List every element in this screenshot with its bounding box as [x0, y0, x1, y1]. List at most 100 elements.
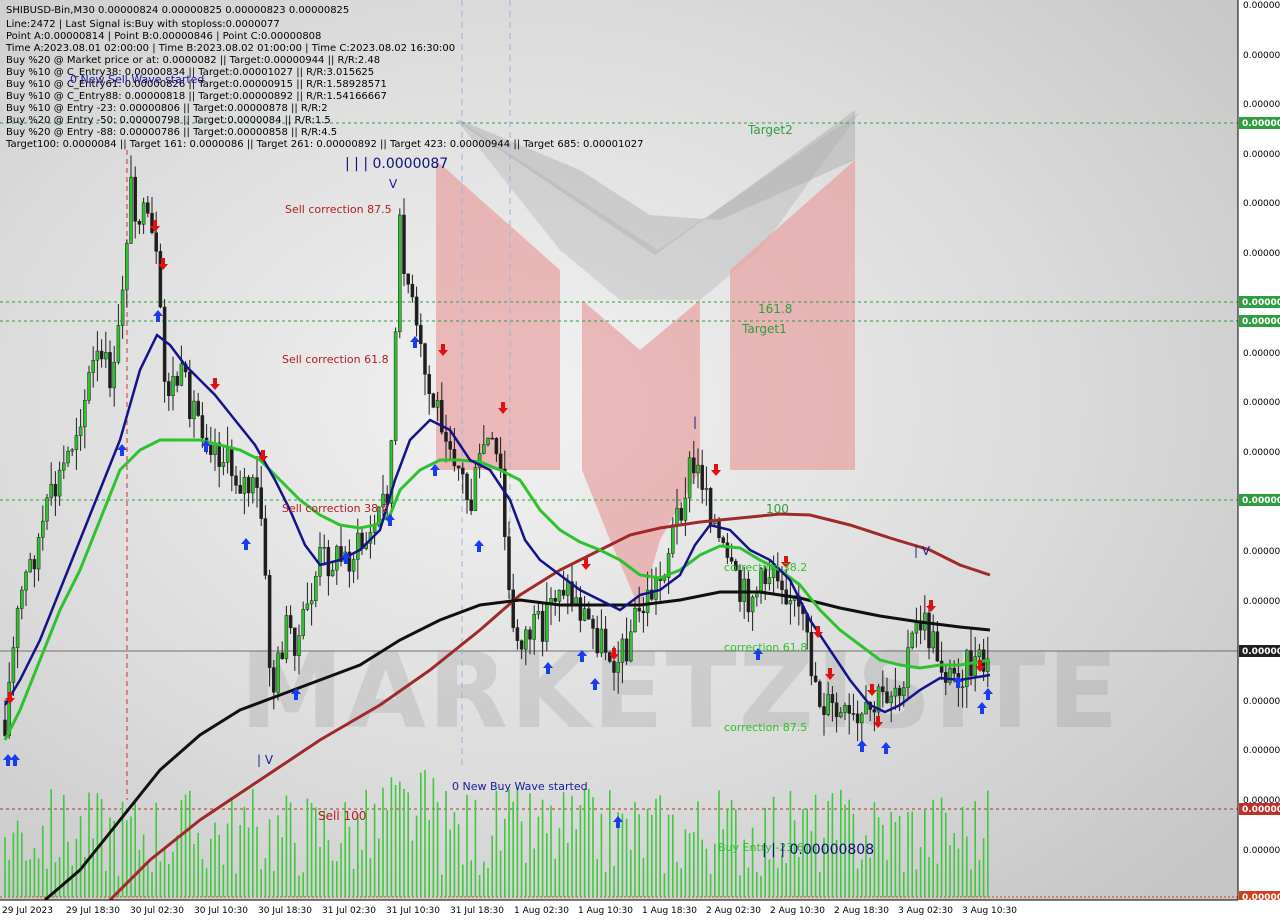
candle-body [692, 457, 696, 474]
candle-body [20, 589, 24, 609]
candle-body [402, 214, 406, 275]
time-tick-label: 1 Aug 18:30 [642, 906, 697, 916]
candle-body [288, 615, 293, 629]
candle-body [654, 577, 658, 600]
price-tick-label: 0.00000 [1243, 51, 1280, 61]
candle-body [36, 537, 41, 570]
new-sell-wave-label: 0 New Sell Wave started [70, 73, 204, 86]
level-100-label: 100 [766, 502, 789, 516]
candle-body [893, 687, 898, 697]
sell-correction-875: Sell correction 87.5 [285, 203, 392, 216]
price-bottom-label: | | | 0.00000808 [762, 842, 874, 858]
candle-body [616, 662, 620, 673]
candle-body [32, 559, 37, 570]
candle-body [599, 628, 604, 654]
candle-body [116, 325, 121, 363]
candle-body [679, 507, 683, 521]
candle-body [750, 596, 755, 613]
candle-body [725, 542, 730, 558]
candle-body [284, 615, 289, 660]
candle-body [717, 521, 721, 538]
price-tick-label: 0.00000 [1243, 1, 1280, 11]
candle-body [246, 476, 251, 494]
wave-mark-top: V [389, 177, 398, 191]
candle-body [612, 661, 616, 673]
candle-body [74, 435, 79, 451]
candle-body [889, 695, 893, 704]
candle-body [591, 618, 595, 629]
candle-body [11, 647, 16, 683]
candle-body [528, 629, 532, 640]
sell-correction-382: Sell correction 38.2 [282, 502, 389, 515]
candle-body [629, 631, 633, 662]
sell-correction-618: Sell correction 61.8 [282, 353, 389, 366]
candle-body [813, 675, 818, 683]
candle-body [965, 650, 969, 687]
candle-body [700, 464, 704, 490]
candle-body [95, 350, 100, 361]
price-tick-label: 0.00000 [1243, 746, 1280, 756]
candle-body [70, 449, 74, 452]
price-chart: MARKETZISITE SHIBUSD-Bin,M30 0.00000824 … [0, 0, 1280, 920]
candle-body [498, 453, 503, 470]
candle-body [351, 559, 356, 572]
candle-body [448, 441, 452, 450]
candle-body [587, 608, 591, 620]
candle-body [15, 608, 20, 648]
candle-body [818, 681, 822, 707]
candle-body [66, 450, 70, 464]
candle-body [977, 649, 982, 657]
candle-body [251, 477, 255, 494]
candle-body [24, 571, 28, 591]
candle-body [960, 686, 965, 688]
time-tick-label: 1 Aug 10:30 [578, 906, 633, 916]
candle-body [578, 597, 583, 621]
candle-body [314, 576, 318, 601]
candle-body [3, 719, 7, 736]
candle-body [28, 559, 32, 573]
wave-mark-right: | V [914, 544, 931, 558]
candle-body [767, 577, 772, 585]
candle-body [200, 415, 205, 439]
candle-body [162, 306, 167, 382]
candle-body [939, 660, 944, 673]
candle-body [742, 578, 746, 602]
time-tick-label: 3 Aug 10:30 [962, 906, 1017, 916]
candle-body [603, 628, 608, 653]
candle-body [137, 221, 142, 225]
candle-body [120, 289, 125, 326]
candle-body [486, 437, 490, 445]
candle-body [356, 532, 360, 560]
candle-body [524, 629, 528, 650]
candle-body [608, 652, 612, 662]
correction-382-label: correction 38.2 [724, 561, 807, 574]
candle-body [935, 631, 940, 662]
candle-body [444, 431, 448, 442]
price-top-label: | | | 0.0000087 [345, 156, 448, 172]
candle-body [473, 467, 478, 511]
correction-875-label: correction 87.5 [724, 721, 807, 734]
candle-body [738, 570, 742, 602]
candle-body [259, 487, 263, 519]
candle-body [851, 713, 856, 715]
candle-body [242, 476, 247, 494]
candle-body [410, 284, 415, 298]
candle-body [746, 578, 751, 613]
candle-body [141, 202, 146, 225]
candle-body [435, 400, 440, 408]
candle-body [532, 613, 536, 640]
candle-body [683, 497, 688, 521]
candle-body [847, 704, 851, 714]
candle-body [196, 400, 200, 416]
price-tag-label: 0.00000 [1242, 317, 1280, 327]
candle-body [209, 445, 213, 455]
candle-body [574, 597, 578, 604]
time-tick-label: 3 Aug 02:30 [898, 906, 953, 916]
new-buy-wave-label: 0 New Buy Wave started [452, 780, 588, 793]
candle-body [553, 597, 557, 602]
candle-body [872, 709, 877, 713]
candle-body [263, 518, 268, 576]
candle-body [704, 488, 709, 490]
candle-body [45, 497, 49, 522]
price-tick-label: 0.00000 [1243, 249, 1280, 259]
